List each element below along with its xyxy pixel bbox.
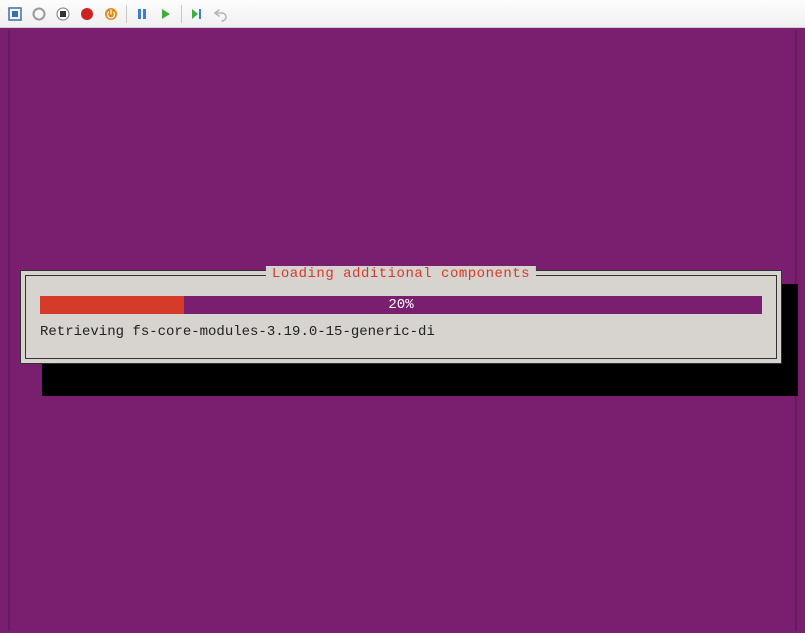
status-text: Retrieving fs-core-modules-3.19.0-15-gen… xyxy=(40,324,762,340)
pause-icon[interactable] xyxy=(131,3,153,25)
step-icon[interactable] xyxy=(186,3,208,25)
stop-icon[interactable] xyxy=(52,3,74,25)
circle-gray-icon[interactable] xyxy=(28,3,50,25)
manager-icon[interactable] xyxy=(4,3,26,25)
dialog-title: Loading additional components xyxy=(266,266,536,282)
installer-dialog: Loading additional components 20% Retrie… xyxy=(20,270,782,364)
vm-toolbar xyxy=(0,0,805,28)
vm-display: Loading additional components 20% Retrie… xyxy=(0,28,805,633)
undo-icon[interactable] xyxy=(210,3,232,25)
record-icon[interactable] xyxy=(76,3,98,25)
progress-bar: 20% xyxy=(40,296,762,314)
separator-icon xyxy=(181,5,182,23)
separator-icon xyxy=(126,5,127,23)
power-icon[interactable] xyxy=(100,3,122,25)
progress-label: 20% xyxy=(40,296,762,314)
play-icon[interactable] xyxy=(155,3,177,25)
